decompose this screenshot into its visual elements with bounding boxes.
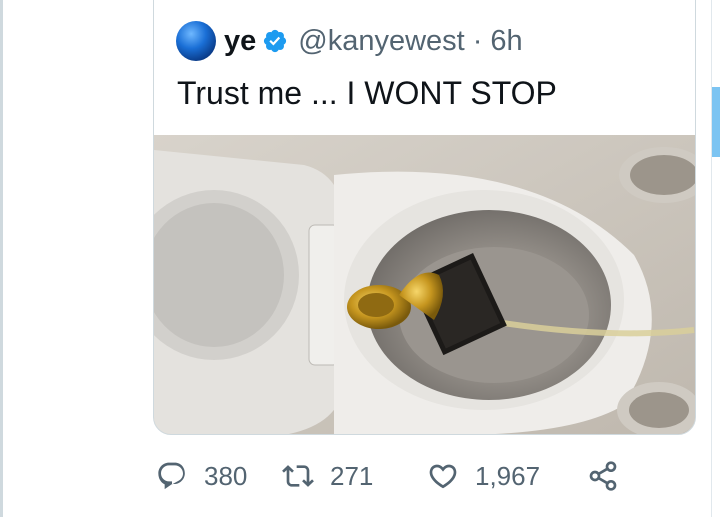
tweet-media-photo[interactable] [154, 135, 695, 434]
display-name[interactable]: ye [224, 25, 256, 58]
separator-dot: · [472, 24, 483, 57]
timestamp[interactable]: 6h [490, 25, 522, 58]
avatar[interactable] [176, 21, 216, 61]
retweet-count: 271 [330, 460, 374, 491]
reply-button[interactable]: 380 [156, 460, 282, 492]
share-button[interactable] [587, 460, 635, 492]
tweet-text: Trust me ... I WONT STOP [177, 75, 557, 111]
like-count: 1,967 [475, 460, 541, 491]
heart-icon [429, 464, 457, 489]
right-divider [711, 0, 712, 517]
handle[interactable]: @kanyewest [298, 25, 464, 58]
quoted-tweet-card[interactable]: ye @kanyewest · 6h Trust me ... I WONT S… [153, 0, 696, 435]
tweet-actions: 380 271 1,967 [156, 458, 635, 494]
like-button[interactable]: 1,967 [427, 460, 587, 492]
reply-icon [158, 462, 185, 490]
reply-count: 380 [204, 460, 248, 491]
left-divider [0, 0, 3, 517]
tweet-header: ye @kanyewest · 6h [176, 21, 523, 61]
retweet-icon [282, 465, 314, 487]
toilet-photo-icon [154, 135, 695, 434]
verified-badge-icon [264, 29, 287, 53]
scroll-indicator[interactable] [712, 87, 720, 157]
share-icon [589, 461, 617, 491]
retweet-button[interactable]: 271 [282, 460, 427, 492]
